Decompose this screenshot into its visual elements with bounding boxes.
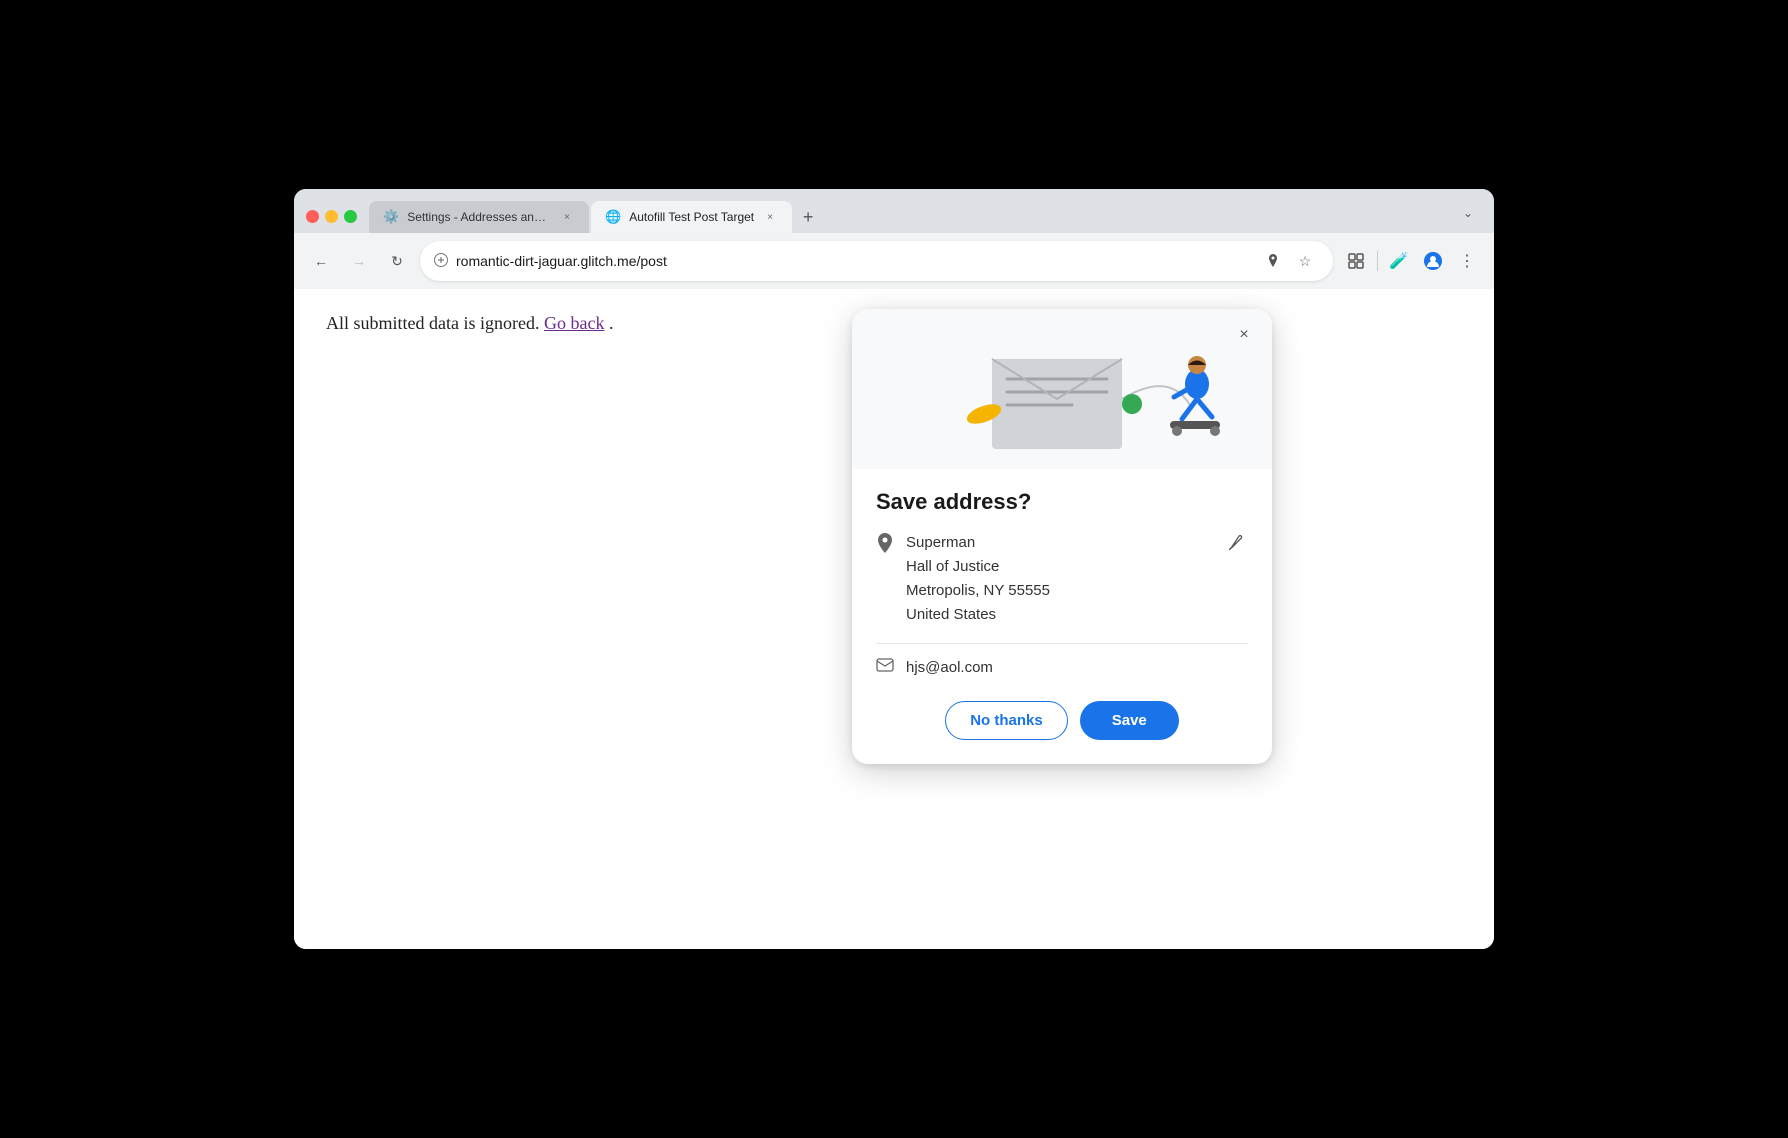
email-address: hjs@aol.com (906, 659, 993, 676)
address-edit-icon[interactable] (1224, 531, 1248, 560)
title-bar: ⚙️ Settings - Addresses and mo × 🌐 Autof… (294, 189, 1494, 233)
profile-icon[interactable] (1418, 246, 1448, 276)
address-info: Superman Hall of Justice Metropolis, NY … (876, 531, 1248, 627)
lab-icon[interactable]: 🧪 (1384, 246, 1414, 276)
extensions-icon[interactable] (1341, 246, 1371, 276)
submitted-data-text: All submitted data is ignored. (326, 313, 539, 333)
save-address-popup: × (852, 309, 1272, 764)
toolbar-divider (1377, 251, 1378, 271)
popup-illustration (852, 309, 1272, 469)
autofill-tab-icon: 🌐 (605, 209, 621, 225)
address-line2: Metropolis, NY 55555 (906, 579, 1212, 603)
more-menu-icon[interactable]: ⋮ (1452, 246, 1482, 276)
email-icon (876, 658, 894, 677)
popup-close-button[interactable]: × (1230, 321, 1258, 349)
settings-tab[interactable]: ⚙️ Settings - Addresses and mo × (369, 201, 589, 233)
autofill-tab[interactable]: 🌐 Autofill Test Post Target × (591, 201, 792, 233)
tabs-container: ⚙️ Settings - Addresses and mo × 🌐 Autof… (369, 199, 1482, 233)
go-back-link[interactable]: Go back (544, 313, 604, 333)
browser-window: ⚙️ Settings - Addresses and mo × 🌐 Autof… (294, 189, 1494, 949)
star-icon[interactable]: ☆ (1291, 247, 1319, 275)
address-name: Superman (906, 531, 1212, 555)
settings-tab-close[interactable]: × (559, 209, 575, 225)
email-info: hjs@aol.com (876, 658, 1248, 677)
page-content: All submitted data is ignored. Go back .… (294, 289, 1494, 949)
save-button[interactable]: Save (1080, 701, 1179, 740)
address-bar[interactable]: romantic-dirt-jaguar.glitch.me/post ☆ (420, 241, 1333, 281)
address-details: Superman Hall of Justice Metropolis, NY … (906, 531, 1212, 627)
forward-button[interactable]: → (344, 246, 374, 276)
address-line1: Hall of Justice (906, 555, 1212, 579)
period: . (609, 313, 614, 333)
popup-actions: No thanks Save (876, 701, 1248, 740)
autofill-tab-close[interactable]: × (762, 209, 778, 225)
address-divider (876, 643, 1248, 644)
popup-body: Save address? Superman Hall of Justice M… (852, 469, 1272, 764)
popup-title: Save address? (876, 489, 1248, 515)
autofill-tab-title: Autofill Test Post Target (629, 210, 754, 224)
toolbar: ← → ↻ romantic-dirt-jaguar.glitch.me/pos… (294, 233, 1494, 289)
url-text: romantic-dirt-jaguar.glitch.me/post (456, 253, 1251, 269)
location-icon[interactable] (1259, 247, 1287, 275)
address-location-icon (876, 533, 894, 560)
address-security-icon (434, 253, 448, 270)
address-bar-actions: ☆ (1259, 247, 1319, 275)
reload-button[interactable]: ↻ (382, 246, 412, 276)
close-traffic-light[interactable] (306, 210, 319, 223)
toolbar-right: 🧪 ⋮ (1341, 246, 1482, 276)
tab-dropdown-button[interactable]: ⌄ (1454, 199, 1482, 227)
minimize-traffic-light[interactable] (325, 210, 338, 223)
maximize-traffic-light[interactable] (344, 210, 357, 223)
settings-tab-title: Settings - Addresses and mo (407, 210, 551, 224)
traffic-lights (306, 210, 357, 233)
no-thanks-button[interactable]: No thanks (945, 701, 1068, 740)
settings-tab-icon: ⚙️ (383, 209, 399, 225)
new-tab-button[interactable]: + (794, 203, 822, 231)
address-line3: United States (906, 603, 1212, 627)
back-button[interactable]: ← (306, 246, 336, 276)
